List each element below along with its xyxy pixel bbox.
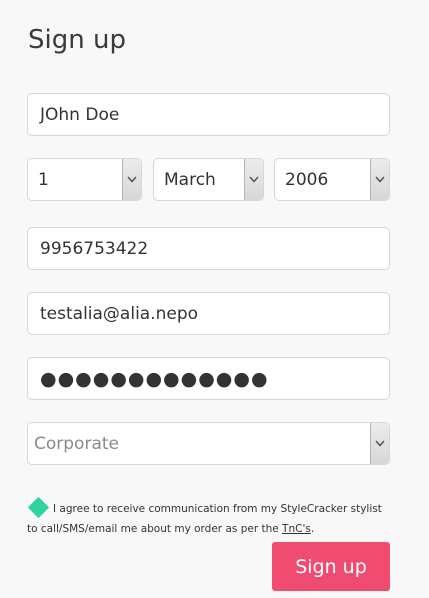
password-input-value: ●●●●●●●●●●●●● [40,367,269,390]
account-type-select[interactable]: Corporate [27,422,390,465]
email-input-value: testalia@alia.nepo [40,303,199,324]
dob-day-select[interactable]: 1 [27,158,142,201]
name-input-value: JOhn Doe [40,104,120,125]
phone-input-value: 9956753422 [40,238,149,259]
consent-text: I agree to receive communication from my… [27,503,382,535]
diamond-check-icon[interactable] [27,496,50,519]
dob-month-select[interactable]: March [153,158,264,201]
chevron-down-icon[interactable] [370,423,389,464]
page-title: Sign up [28,25,126,55]
dob-year-select[interactable]: 2006 [274,158,390,201]
chevron-down-icon[interactable] [370,159,389,200]
tnc-link[interactable]: TnC's [282,523,311,535]
account-type-placeholder: Corporate [34,433,119,454]
consent-block: I agree to receive communication from my… [27,496,387,539]
chevron-down-icon[interactable] [244,159,263,200]
signup-button[interactable]: Sign up [272,542,390,591]
email-input[interactable]: testalia@alia.nepo [27,292,390,335]
phone-input[interactable]: 9956753422 [27,227,390,270]
chevron-down-icon[interactable] [122,159,141,200]
name-input[interactable]: JOhn Doe [27,93,390,136]
consent-end: . [310,523,315,535]
password-input[interactable]: ●●●●●●●●●●●●● [27,357,390,400]
